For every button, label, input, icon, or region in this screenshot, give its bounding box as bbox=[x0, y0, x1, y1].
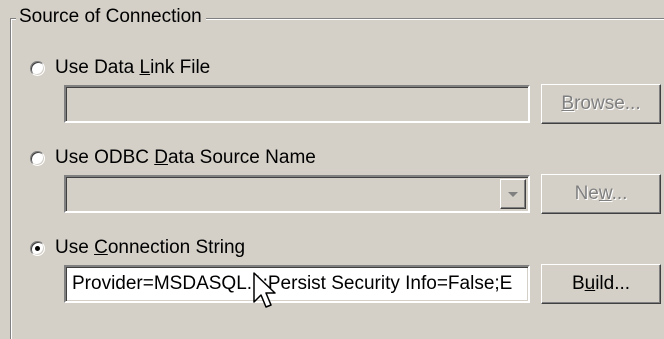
radio-use-connection-string[interactable]: Use Connection String bbox=[30, 235, 245, 261]
connection-string-input[interactable]: Provider=MSDASQL.1;Persist Security Info… bbox=[64, 265, 530, 303]
radio-use-data-link-file[interactable]: Use Data Link File bbox=[30, 55, 210, 81]
group-legend: Source of Connection bbox=[16, 4, 206, 30]
data-link-file-input[interactable] bbox=[64, 85, 530, 123]
build-button[interactable]: Build... bbox=[541, 264, 661, 304]
browse-button[interactable]: Browse... bbox=[541, 84, 661, 124]
radio-label-connection-string: Use Connection String bbox=[55, 237, 246, 258]
radio-button-data-link-file[interactable] bbox=[30, 60, 45, 76]
chevron-down-icon[interactable] bbox=[500, 179, 526, 209]
radio-button-connection-string[interactable] bbox=[30, 240, 45, 256]
mouse-pointer-icon bbox=[253, 272, 276, 308]
radio-label-data-link-file: Use Data Link File bbox=[55, 57, 211, 78]
radio-label-odbc-dsn: Use ODBC Data Source Name bbox=[55, 147, 316, 168]
radio-use-odbc-dsn[interactable]: Use ODBC Data Source Name bbox=[30, 145, 316, 171]
new-button[interactable]: New... bbox=[541, 174, 661, 214]
odbc-dsn-combobox[interactable] bbox=[64, 175, 530, 213]
radio-button-odbc-dsn[interactable] bbox=[30, 150, 45, 166]
